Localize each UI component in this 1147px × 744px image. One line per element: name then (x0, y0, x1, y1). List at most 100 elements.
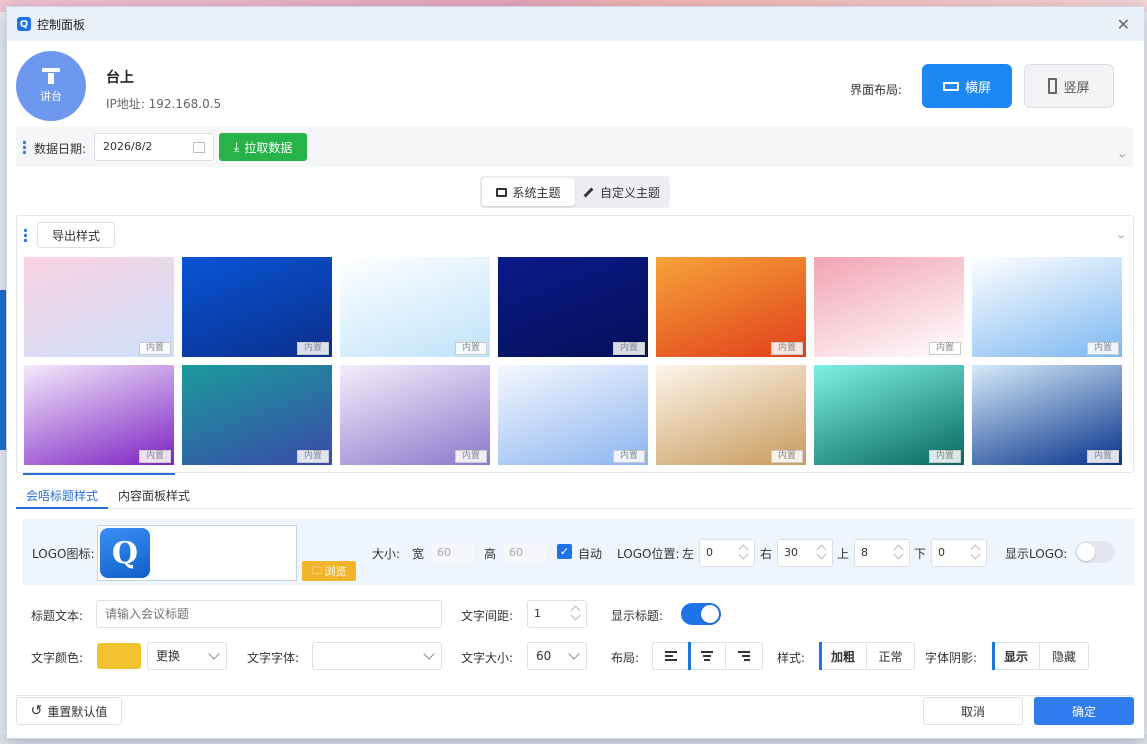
builtin-tag: 内置 (139, 342, 171, 355)
theme-thumbnail[interactable]: 内置 (656, 257, 806, 357)
builtin-tag: 内置 (455, 342, 487, 355)
logo-top-input[interactable]: 8 (854, 539, 910, 567)
logo-width-input[interactable]: 60 (430, 541, 476, 565)
text-font-label: 文字字体: (247, 651, 300, 665)
close-icon[interactable]: ✕ (1117, 15, 1130, 34)
venue-header: 讲台 台上 IP地址: 192.168.0.5 界面布局: 横屏 竖屏 (16, 51, 1136, 125)
theme-thumbnail[interactable]: 内置 (24, 365, 174, 465)
builtin-tag: 内置 (297, 450, 329, 463)
text-size-select[interactable]: 60 (527, 642, 587, 670)
tab-system-theme[interactable]: 系统主题 (482, 178, 575, 206)
logo-left-input[interactable]: 0 (699, 539, 755, 567)
top-label: 上 (837, 547, 850, 561)
stepper-icon[interactable] (818, 544, 826, 558)
date-input[interactable]: 2026/8/2 (94, 133, 214, 161)
title-text-label: 标题文本: (31, 609, 84, 623)
app-icon: Q (17, 17, 31, 31)
tab-system-theme-label: 系统主题 (512, 185, 561, 200)
theme-thumbnail[interactable]: 内置 (972, 257, 1122, 357)
theme-thumbnail[interactable]: 内置 (814, 257, 964, 357)
normal-button[interactable]: 正常 (867, 643, 914, 669)
fetch-data-button[interactable]: ⤓ 拉取数据 (219, 133, 307, 161)
builtin-tag: 内置 (455, 450, 487, 463)
left-align-button[interactable] (653, 643, 690, 669)
right-align-icon (737, 651, 750, 661)
portrait-icon (1048, 78, 1058, 94)
text-font-select[interactable] (312, 642, 442, 670)
theme-thumbnail[interactable]: 内置 (656, 365, 806, 465)
logo-image: Q (100, 528, 150, 578)
logo-preview[interactable]: Q (97, 525, 297, 581)
theme-thumbnail[interactable]: 内置 (340, 257, 490, 357)
stepper-icon[interactable] (972, 544, 980, 558)
theme-thumbnail[interactable]: 内置 (182, 257, 332, 357)
center-align-icon (701, 651, 714, 661)
builtin-tag: 内置 (929, 450, 961, 463)
theme-thumbnail[interactable]: 内置 (182, 365, 332, 465)
stepper-icon[interactable] (895, 544, 903, 558)
collapse-chevron-icon[interactable]: ⌄ (1115, 230, 1127, 241)
theme-thumbnail[interactable]: 内置 (498, 365, 648, 465)
left-align-icon (664, 651, 677, 661)
height-label: 高 (484, 547, 497, 561)
font-style-label: 样式: (777, 651, 806, 665)
layout-label: 界面布局: (850, 83, 903, 97)
cancel-button[interactable]: 取消 (923, 697, 1023, 725)
chevron-down-icon (208, 648, 220, 660)
tab-panel-style[interactable]: 内容面板样式 (118, 487, 190, 504)
vertical-layout-button[interactable]: 竖屏 (1024, 64, 1114, 108)
logo-bottom-input[interactable]: 0 (931, 539, 987, 567)
logo-bottom-value: 0 (938, 546, 945, 559)
font-style-segmented: 加粗 正常 (818, 642, 915, 670)
show-logo-toggle[interactable] (1075, 541, 1115, 563)
logo-right-input[interactable]: 30 (777, 539, 833, 567)
font-shadow-segmented: 显示 隐藏 (991, 642, 1089, 670)
vertical-layout-label: 竖屏 (1063, 80, 1090, 96)
confirm-button[interactable]: 确定 (1034, 697, 1134, 725)
align-segmented (652, 642, 763, 670)
browse-label: 浏览 (324, 565, 347, 578)
venue-name: 台上 (106, 70, 134, 86)
browse-button[interactable]: 🗀 浏览 (302, 561, 356, 581)
collapse-chevron-icon[interactable]: ⌄ (1116, 149, 1128, 160)
export-style-button[interactable]: 导出样式 (37, 222, 115, 248)
logo-label: LOGO图标: (32, 547, 95, 561)
show-title-toggle[interactable] (681, 603, 721, 625)
text-size-value: 60 (536, 649, 552, 663)
text-color-swatch[interactable] (97, 643, 141, 669)
reset-defaults-button[interactable]: ↺ 重置默认值 (16, 697, 122, 725)
theme-thumbnail[interactable]: 内置 (498, 257, 648, 357)
drag-handle-icon[interactable] (23, 140, 26, 154)
theme-thumbnail[interactable]: 内置 (972, 365, 1122, 465)
tab-title-style[interactable]: 会唔标题样式 (26, 487, 98, 504)
drag-handle-icon[interactable] (24, 228, 27, 242)
text-spacing-label: 文字间距: (461, 609, 514, 623)
change-color-label: 更换 (156, 649, 181, 663)
theme-thumbnail[interactable]: 内置 (340, 365, 490, 465)
layout-align-label: 布局: (611, 651, 640, 665)
tab-custom-theme[interactable]: 自定义主题 (575, 178, 668, 206)
text-spacing-value: 1 (534, 607, 541, 620)
footer-divider (16, 695, 1134, 696)
horizontal-layout-button[interactable]: 横屏 (922, 64, 1012, 108)
shadow-show-button[interactable]: 显示 (991, 642, 1041, 670)
text-spacing-input[interactable]: 1 (527, 600, 587, 628)
logo-top-value: 8 (861, 546, 868, 559)
builtin-tag: 内置 (613, 342, 645, 355)
theme-thumbnail[interactable]: 内置 (814, 365, 964, 465)
calendar-icon[interactable] (193, 142, 205, 153)
center-align-button[interactable] (688, 642, 726, 670)
cancel-label: 取消 (960, 704, 985, 719)
stepper-icon[interactable] (572, 605, 580, 619)
text-size-label: 文字大小: (461, 651, 514, 665)
change-color-select[interactable]: 更换 (147, 642, 227, 670)
title-text-input[interactable] (96, 600, 442, 628)
right-align-button[interactable] (726, 643, 762, 669)
theme-thumbnail[interactable]: 内置 (24, 257, 174, 357)
bold-button[interactable]: 加粗 (818, 642, 868, 670)
logo-height-input[interactable]: 60 (502, 541, 548, 565)
stepper-icon[interactable] (740, 544, 748, 558)
builtin-tag: 内置 (771, 342, 803, 355)
auto-size-checkbox[interactable]: ✓ (557, 544, 572, 559)
shadow-hide-button[interactable]: 隐藏 (1040, 643, 1088, 669)
